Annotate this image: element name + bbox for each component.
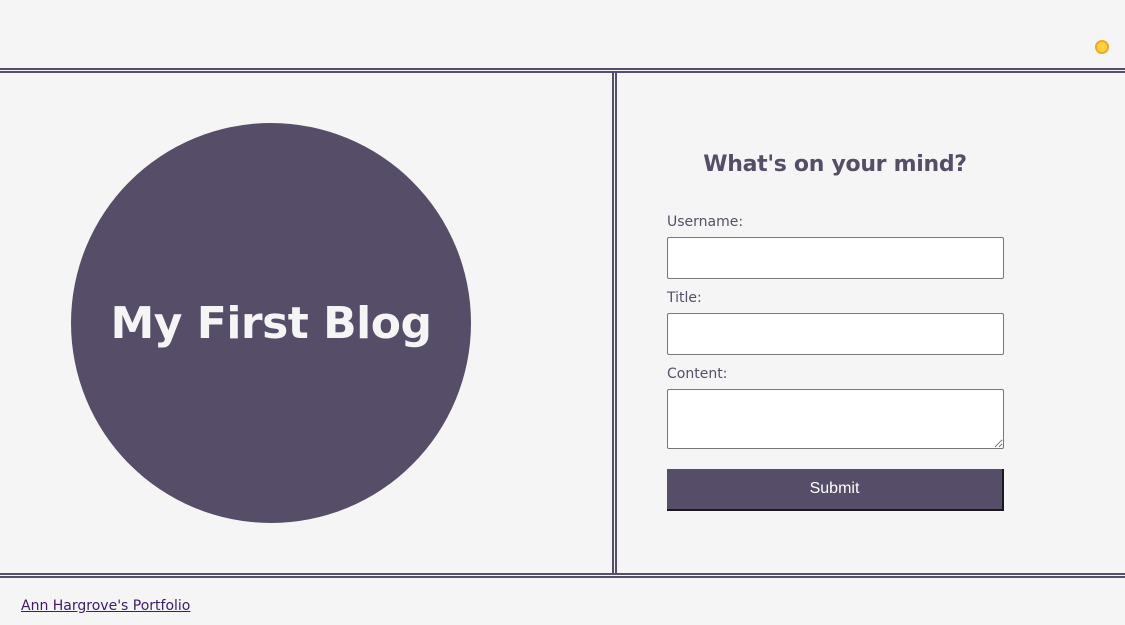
title-label: Title: [667, 290, 702, 306]
content-textarea[interactable] [667, 389, 1004, 449]
page-header [0, 0, 1125, 68]
sun-icon[interactable] [1095, 40, 1109, 54]
submit-button[interactable]: Submit [667, 469, 1004, 511]
title-input[interactable] [667, 313, 1004, 355]
blog-title-circle: My First Blog [71, 123, 471, 523]
header-divider [0, 68, 1125, 73]
username-label: Username: [667, 214, 744, 230]
blog-title: My First Blog [110, 297, 432, 349]
username-input[interactable] [667, 237, 1004, 279]
content-label: Content: [667, 366, 728, 382]
column-divider [612, 72, 617, 573]
footer-divider [0, 573, 1125, 578]
portfolio-link[interactable]: Ann Hargrove's Portfolio [21, 598, 190, 614]
form-heading: What's on your mind? [703, 152, 967, 177]
